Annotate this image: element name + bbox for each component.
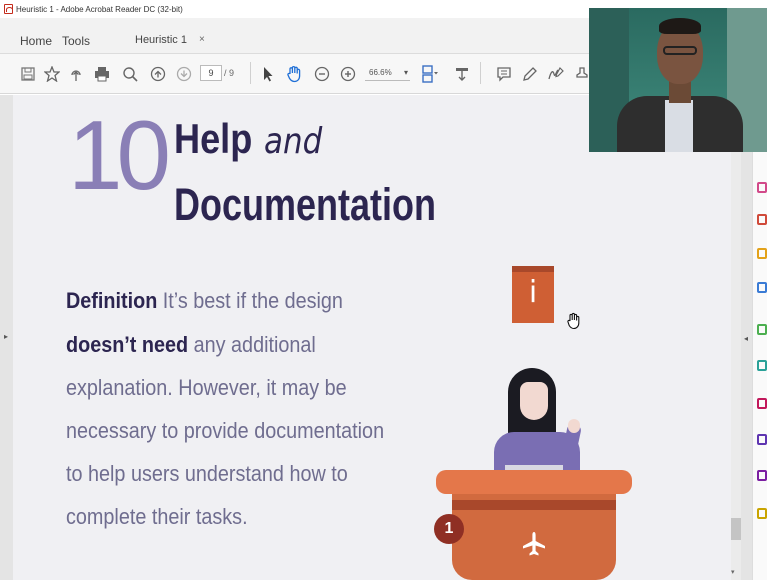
comment-tool-icon[interactable]	[757, 248, 767, 259]
highlight-pen-icon[interactable]	[520, 64, 540, 84]
heuristic-number: 10	[68, 100, 171, 210]
combine-files-icon[interactable]	[757, 324, 767, 335]
zoom-in-icon[interactable]	[338, 64, 358, 84]
doesnt-need-emphasis: doesn’t need	[66, 332, 189, 357]
title-help: Help	[174, 115, 253, 162]
airplane-icon	[523, 532, 545, 556]
body-line-6: complete their tasks.	[66, 504, 248, 529]
presenter-shirt	[665, 100, 693, 152]
scrollbar-thumb[interactable]	[731, 518, 741, 540]
protect-icon[interactable]	[757, 434, 767, 445]
info-glyph: i	[528, 275, 538, 310]
sign-icon[interactable]	[546, 64, 566, 84]
vertical-scrollbar[interactable]	[731, 95, 741, 580]
tab-close-icon[interactable]: ×	[199, 34, 205, 45]
webcam-overlay	[589, 8, 767, 152]
comment-icon[interactable]	[494, 64, 514, 84]
send-sign-icon[interactable]	[757, 470, 767, 481]
scroll-mode-icon[interactable]	[452, 64, 472, 84]
title-and: and	[264, 121, 323, 162]
zoom-out-icon[interactable]	[312, 64, 332, 84]
save-icon[interactable]	[18, 64, 38, 84]
print-icon[interactable]	[92, 64, 112, 84]
menu-home[interactable]: Home	[20, 34, 52, 48]
person-face	[520, 382, 548, 420]
page-down-icon[interactable]	[174, 64, 194, 84]
upload-icon[interactable]	[66, 64, 86, 84]
person-hand	[568, 419, 580, 433]
page-number-input[interactable]: 9	[200, 65, 222, 81]
title-documentation: Documentation	[174, 179, 437, 230]
window-title: Heuristic 1 - Adobe Acrobat Reader DC (3…	[16, 4, 183, 14]
scroll-down-icon[interactable]: ▾	[731, 568, 735, 576]
hand-cursor-icon	[567, 312, 580, 330]
body-line-4: necessary to provide documentation	[66, 418, 385, 443]
zoom-search-icon[interactable]	[120, 64, 140, 84]
body-line-5: to help users understand how to	[66, 461, 348, 486]
toolbar-divider	[250, 62, 251, 84]
more-tools-icon[interactable]	[757, 508, 767, 519]
hand-icon[interactable]	[284, 64, 304, 84]
chevron-down-icon: ▾	[403, 68, 408, 77]
select-arrow-icon[interactable]	[258, 64, 278, 84]
body-line-2: doesn’t need any additional	[66, 332, 316, 357]
acrobat-app-icon	[4, 4, 13, 14]
help-desk-stripe	[452, 500, 616, 510]
fill-sign-icon[interactable]	[757, 398, 767, 409]
fit-page-icon[interactable]	[420, 64, 440, 84]
body-line-1: Definition It’s best if the design	[66, 288, 343, 313]
presenter-glasses	[663, 46, 697, 55]
left-pane-toggle-icon[interactable]: ▸	[4, 332, 8, 341]
number-badge: 1	[434, 514, 464, 544]
export-pdf-icon[interactable]	[757, 214, 767, 225]
organize-pages-icon[interactable]	[757, 182, 767, 193]
definition-label: Definition	[66, 288, 158, 313]
menu-tools[interactable]: Tools	[62, 34, 90, 48]
body-line-3: explanation. However, it may be	[66, 375, 347, 400]
help-desk-top	[436, 470, 632, 494]
toolbar-divider	[480, 62, 481, 84]
compress-icon[interactable]	[757, 360, 767, 371]
right-pane-toggle-icon[interactable]: ◂	[744, 334, 748, 343]
zoom-level-value: 66.6%	[369, 68, 392, 77]
edit-pdf-icon[interactable]	[757, 282, 767, 293]
tab-document[interactable]: Heuristic 1	[135, 34, 187, 46]
page-total: / 9	[224, 68, 235, 78]
zoom-level-dropdown[interactable]: 66.6% ▾	[365, 65, 410, 81]
bookmark-star-icon[interactable]	[42, 64, 62, 84]
page-up-icon[interactable]	[148, 64, 168, 84]
